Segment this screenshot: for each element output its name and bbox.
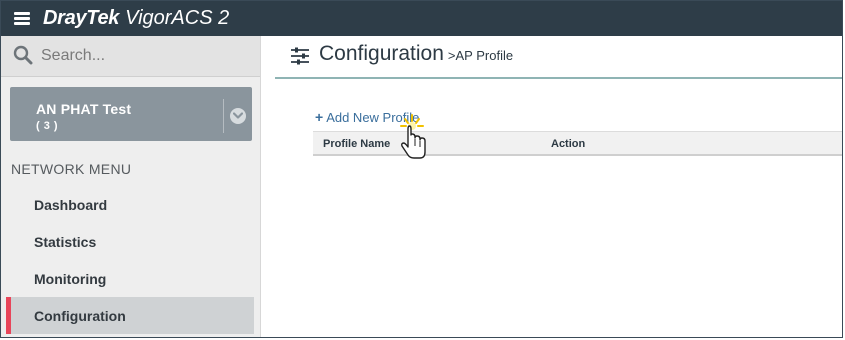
chevron-down-icon[interactable] <box>230 108 246 124</box>
sidebar-item-dashboard[interactable]: Dashboard <box>6 186 254 223</box>
page-title: Configuration >AP Profile <box>319 42 513 66</box>
sidebar-item-statistics[interactable]: Statistics <box>6 223 254 260</box>
top-bar: DrayTek VigorACS 2 <box>1 1 842 36</box>
search-bar <box>1 36 260 77</box>
hamburger-menu-icon[interactable] <box>14 11 30 25</box>
group-device-count: ( 3 ) <box>36 120 59 132</box>
profile-table-header: Profile Name Action <box>313 131 842 156</box>
sidebar-item-label: Statistics <box>34 234 97 250</box>
column-header-profile-name: Profile Name <box>323 138 391 150</box>
column-header-action: Action <box>551 138 586 150</box>
search-icon <box>13 45 33 65</box>
brand-primary: DrayTek <box>43 7 120 29</box>
sidebar-item-label: Monitoring <box>34 271 107 287</box>
sidebar-item-monitoring[interactable]: Monitoring <box>6 260 254 297</box>
sidebar-item-label: Dashboard <box>34 197 108 213</box>
app-window: DrayTekVigorACS 2 AN PHAT Test ( 3 ) NET… <box>0 0 843 338</box>
page-header: Configuration >AP Profile <box>275 36 842 79</box>
breadcrumb: >AP Profile <box>447 48 514 63</box>
plus-icon: + <box>315 109 324 125</box>
sidebar: AN PHAT Test ( 3 ) NETWORK MENU Dashboar… <box>1 36 261 337</box>
brand-logo: DrayTek VigorACS 2 <box>43 6 229 30</box>
network-menu-heading: NETWORK MENU <box>11 161 132 177</box>
sliders-icon <box>291 47 309 65</box>
search-input[interactable] <box>41 44 241 68</box>
group-divider <box>223 99 224 133</box>
brand-secondary: VigorACS 2 <box>125 7 230 29</box>
sidebar-item-label: Configuration <box>34 308 126 324</box>
group-name: AN PHAT Test <box>36 101 132 117</box>
hand-cursor-icon <box>400 114 426 159</box>
sidebar-item-configuration[interactable]: Configuration <box>6 297 254 334</box>
page-title-text: Configuration <box>319 42 444 65</box>
network-group-selector[interactable]: AN PHAT Test ( 3 ) <box>10 87 252 141</box>
